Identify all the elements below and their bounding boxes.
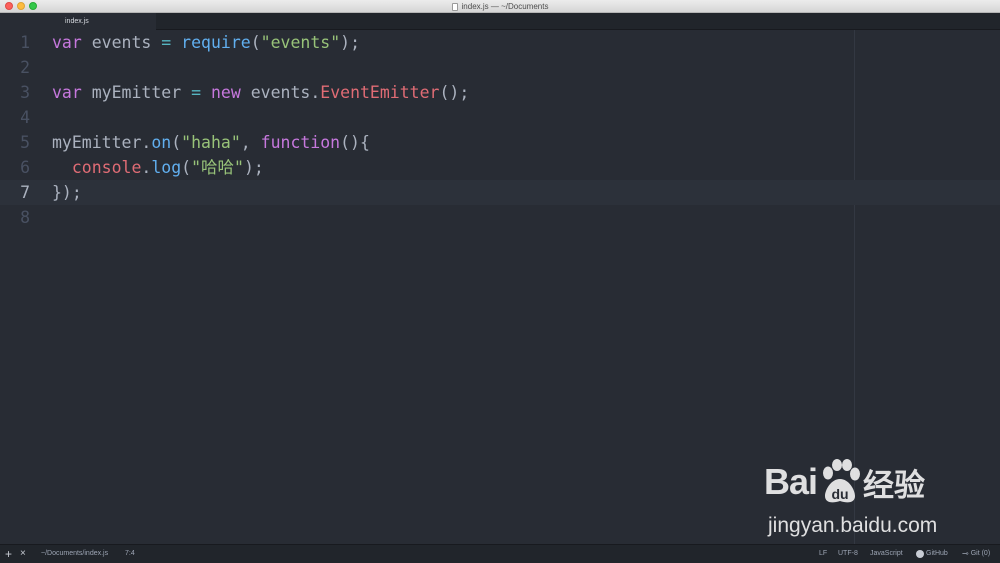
file-path[interactable]: ~/Documents/index.js	[41, 545, 108, 563]
code-token: ,	[240, 133, 261, 152]
code-token: (	[181, 158, 192, 177]
code-token: (	[250, 33, 261, 52]
window-title-group: index.js — ~/Documents	[0, 0, 1000, 13]
document-icon	[451, 2, 458, 11]
github-button[interactable]: GitHub	[916, 545, 948, 563]
line-number[interactable]: 3	[0, 80, 30, 105]
add-pane-button[interactable]: +	[5, 545, 12, 563]
code-line[interactable]: 7});	[0, 180, 1000, 205]
code-token: new	[210, 83, 241, 102]
line-number[interactable]: 1	[0, 30, 30, 55]
line-code[interactable]: var events = require("events");	[52, 30, 360, 55]
watermark-logo-text-left: Bai	[764, 461, 818, 502]
close-pane-button[interactable]: ×	[20, 545, 26, 563]
cursor-position[interactable]: 7:4	[125, 545, 135, 563]
code-token: "events"	[260, 33, 341, 52]
status-bar: + × ~/Documents/index.js 7:4 LF UTF-8 Ja…	[0, 544, 1000, 563]
code-token: (){	[340, 133, 370, 152]
line-number[interactable]: 2	[0, 55, 30, 80]
code-token: EventEmitter	[320, 83, 440, 102]
code-token: "haha"	[181, 133, 241, 152]
code-token: require	[181, 33, 251, 52]
baidu-jingyan-watermark: Bai du 经验 jingyan.baidu.com	[764, 452, 954, 542]
line-code[interactable]: myEmitter.on("haha", function(){	[52, 130, 370, 155]
line-code[interactable]: console.log("哈哈");	[52, 155, 264, 180]
tab-index-js[interactable]: index.js	[0, 13, 156, 30]
line-number[interactable]: 8	[0, 205, 30, 230]
code-token: var	[52, 83, 82, 102]
watermark-logo: Bai du 经验	[764, 452, 954, 512]
code-line[interactable]: 4	[0, 105, 1000, 130]
line-number[interactable]: 4	[0, 105, 30, 130]
code-token: );	[243, 158, 264, 177]
code-line[interactable]: 3 var myEmitter = new events.EventEmitter…	[0, 80, 1000, 105]
code-token: =	[191, 83, 202, 102]
code-line[interactable]: 2	[0, 55, 1000, 80]
grammar-selector[interactable]: JavaScript	[870, 545, 903, 563]
code-line[interactable]: 6 console.log("哈哈");	[0, 155, 1000, 180]
github-icon	[916, 550, 924, 558]
code-token: myEmitter.	[52, 133, 152, 152]
code-token: "哈哈"	[191, 158, 244, 177]
code-token: events.	[240, 83, 321, 102]
code-token: =	[161, 33, 172, 52]
title-bar: index.js — ~/Documents	[0, 0, 1000, 13]
svg-text:du: du	[831, 486, 848, 502]
line-code[interactable]: });	[52, 180, 82, 205]
code-token: );	[340, 33, 361, 52]
file-encoding[interactable]: UTF-8	[838, 545, 858, 563]
code-token: events	[81, 33, 162, 52]
line-number[interactable]: 5	[0, 130, 30, 155]
code-line[interactable]: 5 myEmitter.on("haha", function(){	[0, 130, 1000, 155]
code-token: var	[52, 33, 82, 52]
code-token: function	[260, 133, 341, 152]
code-token: });	[52, 183, 82, 202]
code-token: console	[71, 158, 142, 177]
watermark-url: jingyan.baidu.com	[768, 514, 938, 537]
code-token: (	[171, 133, 182, 152]
git-label: Git (0)	[970, 550, 991, 557]
code-line[interactable]: 8	[0, 205, 1000, 230]
watermark-logo-text-right: 经验	[863, 467, 926, 503]
git-button[interactable]: ⊸ Git (0)	[962, 545, 990, 563]
tab-bar: index.js	[0, 13, 1000, 30]
github-label: GitHub	[926, 550, 948, 557]
line-number[interactable]: 6	[0, 155, 30, 180]
code-line[interactable]: 1 var events = require("events");	[0, 30, 1000, 55]
tab-label: index.js	[65, 18, 89, 25]
line-ending[interactable]: LF	[819, 545, 827, 563]
line-number[interactable]: 7	[0, 180, 30, 205]
code-token: on	[151, 133, 172, 152]
line-code[interactable]: var myEmitter = new events.EventEmitter(…	[52, 80, 469, 105]
paw-icon: du	[823, 459, 861, 503]
code-token: log	[151, 158, 182, 177]
git-commit-icon: ⊸	[962, 549, 969, 558]
window-title: index.js — ~/Documents	[461, 2, 549, 11]
code-token: ();	[439, 83, 470, 102]
code-token: myEmitter	[81, 83, 192, 102]
code-token: .	[141, 158, 152, 177]
